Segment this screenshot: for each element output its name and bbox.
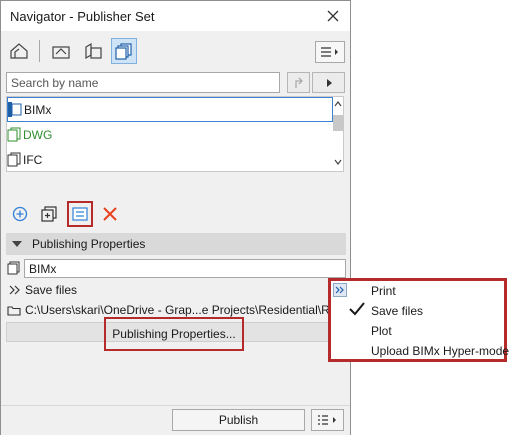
hamburger-menu-icon <box>321 47 338 57</box>
publisher-sets-icon <box>115 43 132 60</box>
new-item-button[interactable] <box>38 203 60 225</box>
folder-icon <box>7 305 21 316</box>
menu-item-print[interactable]: Print <box>371 284 396 298</box>
menu-item-upload-bimx[interactable]: Upload BIMx Hyper-model <box>371 344 509 358</box>
menu-item-plot[interactable]: Plot <box>371 324 392 338</box>
publisher-sets-button[interactable] <box>111 38 137 64</box>
list-scrollbar[interactable] <box>333 97 343 171</box>
output-path[interactable]: C:\Users\skari\OneDrive - Grap...e Proje… <box>25 303 347 317</box>
list-item-label: DWG <box>23 127 53 142</box>
project-map-icon <box>10 43 28 59</box>
publishing-properties-button[interactable]: Publishing Properties... <box>104 317 244 351</box>
triangle-down-icon <box>12 241 22 247</box>
navigator-window: Navigator - Publisher Set BIMx DWG <box>0 0 351 435</box>
format-icon <box>9 285 21 295</box>
close-button[interactable] <box>321 4 345 28</box>
arrow-up-icon <box>294 77 303 88</box>
toolbar-divider <box>39 40 40 62</box>
publisher-set-icon <box>7 152 21 167</box>
close-icon <box>327 10 339 22</box>
title-bar: Navigator - Publisher Set <box>1 1 350 31</box>
new-publisher-set-button[interactable] <box>9 203 31 225</box>
list-item-label: BIMx <box>24 102 52 117</box>
menu-item-save-files[interactable]: Save files <box>371 304 423 318</box>
list-item[interactable]: DWG <box>7 122 333 147</box>
add-icon <box>12 206 28 222</box>
settings-button[interactable] <box>67 201 93 227</box>
format-menu-icon <box>333 283 347 297</box>
list-menu-icon <box>317 415 336 425</box>
publishing-properties-header[interactable]: Publishing Properties <box>6 233 346 255</box>
layout-book-button[interactable] <box>80 38 106 64</box>
delete-icon <box>103 207 117 221</box>
add-item-icon <box>41 206 57 222</box>
publish-format-label[interactable]: Save files <box>25 283 77 297</box>
scrollbar-arrows-icon <box>333 101 343 165</box>
delete-button[interactable] <box>99 203 121 225</box>
list-item-label: IFC <box>23 152 43 167</box>
list-item[interactable]: IFC <box>7 147 333 172</box>
publish-format-menu: Print Save files Plot Upload BIMx Hyper-… <box>328 278 509 362</box>
expand-right-button[interactable] <box>312 72 345 93</box>
publisher-set-icon <box>8 102 22 117</box>
publisher-set-name-field[interactable] <box>24 259 346 278</box>
publisher-set-icon <box>7 127 21 142</box>
search-input[interactable] <box>6 72 280 93</box>
section-title: Publishing Properties <box>32 237 146 251</box>
settings-icon <box>72 207 88 221</box>
window-title: Navigator - Publisher Set <box>10 9 155 24</box>
checkmark-icon <box>349 302 365 316</box>
navigator-menu-button[interactable] <box>315 41 345 63</box>
view-map-icon <box>52 46 70 59</box>
publisher-set-icon <box>7 261 20 275</box>
list-item[interactable]: BIMx <box>7 97 333 122</box>
project-map-button[interactable] <box>6 38 32 64</box>
chevron-right-icon <box>326 78 332 87</box>
layout-book-icon <box>85 42 102 60</box>
publish-button[interactable]: Publish <box>172 409 305 431</box>
publish-options-button[interactable] <box>311 409 344 431</box>
go-up-button[interactable] <box>287 72 310 93</box>
publisher-set-list: BIMx DWG IFC <box>6 96 344 172</box>
view-map-button[interactable] <box>48 38 74 64</box>
